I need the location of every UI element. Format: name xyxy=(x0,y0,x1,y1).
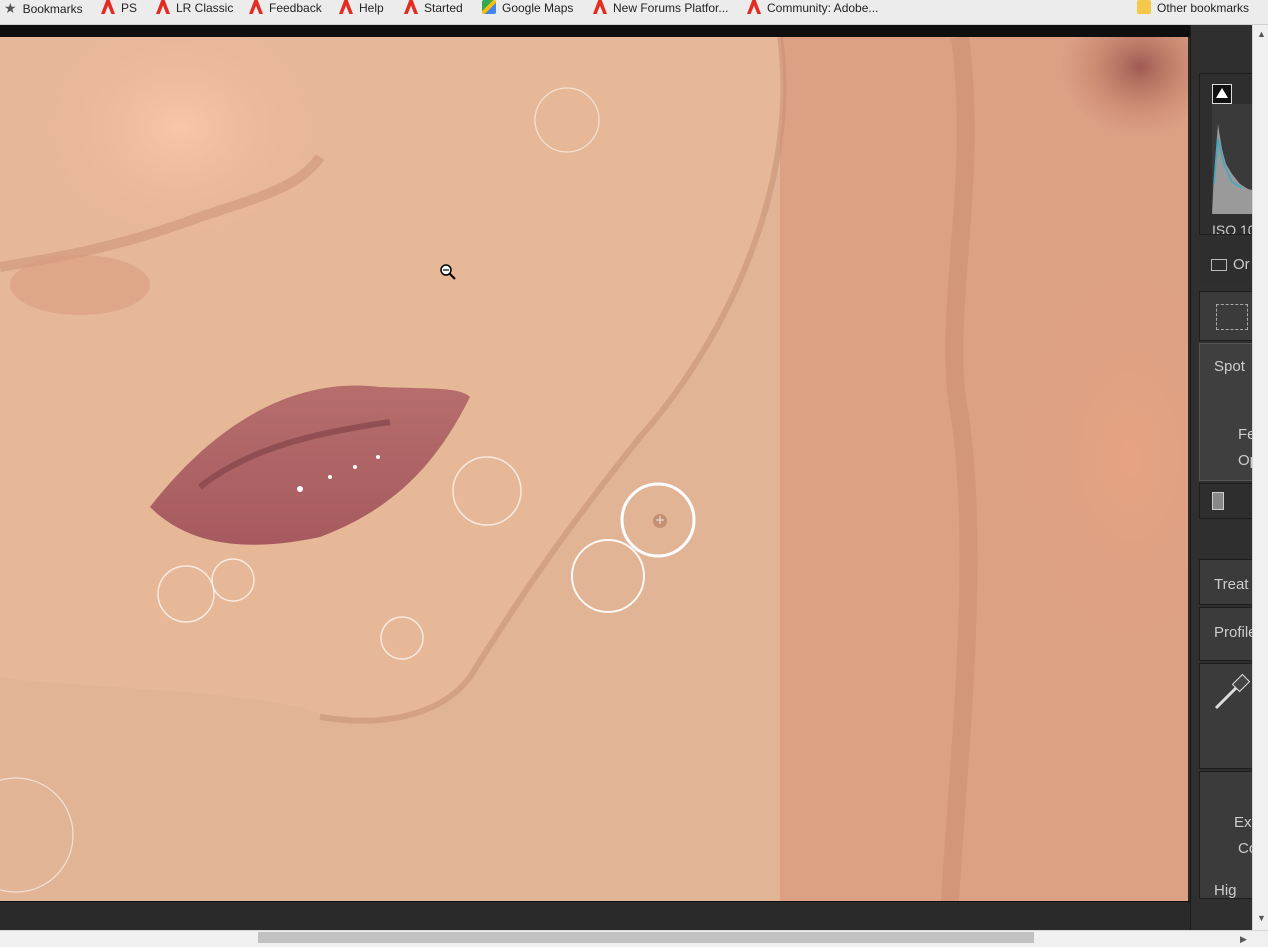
histogram-graph xyxy=(1212,104,1253,214)
contrast-label: Co xyxy=(1238,840,1253,857)
original-photo-row: Or xyxy=(1199,235,1253,285)
exposure-label: Ex xyxy=(1234,814,1252,831)
profile-row[interactable]: Profile xyxy=(1199,607,1253,661)
bookmark-ps[interactable]: PS xyxy=(101,0,137,16)
clipping-warning-icon[interactable] xyxy=(1212,84,1232,104)
adobe-icon xyxy=(101,0,115,14)
scroll-right-icon[interactable]: ▶ xyxy=(1240,934,1247,945)
bookmark-label: Google Maps xyxy=(502,1,574,15)
adobe-icon xyxy=(404,0,418,14)
histogram-info: ISO 10 xyxy=(1212,222,1253,235)
white-balance-panel xyxy=(1199,663,1253,769)
adobe-icon xyxy=(156,0,170,14)
original-photo-checkbox[interactable] xyxy=(1211,259,1227,271)
switch-icon[interactable] xyxy=(1212,492,1224,510)
bookmark-label: LR Classic xyxy=(176,1,234,15)
bookmark-label: Help xyxy=(359,1,384,15)
bookmark-other[interactable]: Other bookmarks xyxy=(1137,0,1249,16)
folder-icon xyxy=(1137,0,1151,14)
bookmark-label: Bookmarks xyxy=(22,2,83,16)
adobe-icon xyxy=(747,0,761,14)
profile-label: Profile xyxy=(1214,624,1253,641)
star-icon: ★ xyxy=(4,0,17,16)
adobe-icon xyxy=(249,0,263,14)
horizontal-scroll-thumb[interactable] xyxy=(258,932,1034,943)
opacity-label: Op xyxy=(1238,452,1253,469)
bookmark-lr-classic[interactable]: LR Classic xyxy=(156,0,233,16)
bookmark-started[interactable]: Started xyxy=(404,0,463,16)
treatment-label: Treat xyxy=(1214,576,1249,593)
bottom-toolbar xyxy=(0,901,1190,931)
bookmark-community[interactable]: Community: Adobe... xyxy=(747,0,878,16)
panel-toggle-row xyxy=(1199,483,1253,519)
tool-strip xyxy=(1199,291,1253,341)
bookmark-feedback[interactable]: Feedback xyxy=(249,0,322,16)
right-panel: ISO 10 Or Spot Fea Op Treat Profile Ex C… xyxy=(1190,25,1253,946)
bookmark-label: New Forums Platfor... xyxy=(613,1,729,15)
vertical-scrollbar[interactable]: ▲ ▼ xyxy=(1252,25,1268,930)
spot-removal-panel: Spot Fea Op xyxy=(1199,343,1253,481)
bookmark-new-forums[interactable]: New Forums Platfor... xyxy=(593,0,728,16)
bookmark-google-maps[interactable]: Google Maps xyxy=(482,0,573,16)
crop-overlay-icon[interactable] xyxy=(1216,304,1248,330)
adobe-icon xyxy=(339,0,353,14)
bookmark-label: Feedback xyxy=(269,1,322,15)
maps-icon xyxy=(482,0,496,14)
histogram-section: ISO 10 xyxy=(1199,73,1253,235)
adobe-icon xyxy=(593,0,607,14)
photo-canvas[interactable] xyxy=(0,37,1188,901)
bookmark-label: Community: Adobe... xyxy=(767,1,879,15)
spot-removal-title: Spot xyxy=(1214,358,1245,375)
bookmark-label: PS xyxy=(121,1,138,15)
scroll-up-icon[interactable]: ▲ xyxy=(1257,29,1266,39)
tone-panel: Ex Co Hig xyxy=(1199,771,1253,899)
bookmark-help[interactable]: Help xyxy=(339,0,384,16)
feather-label: Fea xyxy=(1238,426,1253,443)
bookmarks-bar: ★ Bookmarks PS LR Classic Feedback Help S… xyxy=(0,0,1268,25)
treatment-row[interactable]: Treat xyxy=(1199,559,1253,605)
original-photo-label: Or xyxy=(1233,256,1250,273)
scroll-down-icon[interactable]: ▼ xyxy=(1257,913,1266,923)
eyedropper-icon[interactable] xyxy=(1212,672,1252,712)
bookmark-label: Other bookmarks xyxy=(1157,1,1250,15)
bookmark-bookmarks[interactable]: ★ Bookmarks xyxy=(4,0,83,16)
top-divider xyxy=(0,25,1190,37)
bookmark-label: Started xyxy=(424,1,463,15)
highlights-label: Hig xyxy=(1214,882,1237,899)
